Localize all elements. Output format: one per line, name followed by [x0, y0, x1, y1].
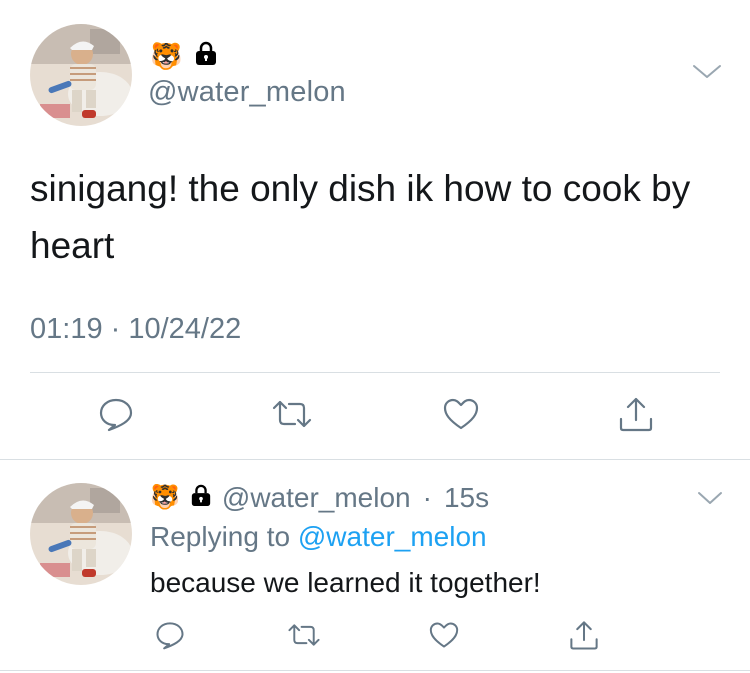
user-handle[interactable]: @water_melon [222, 482, 411, 514]
lock-icon [194, 40, 218, 71]
tweet-text: sinigang! the only dish ik how to cook b… [30, 168, 691, 266]
user-handle[interactable]: @water_melon [148, 76, 346, 109]
heart-icon [442, 397, 480, 436]
share-icon [568, 619, 600, 656]
share-button[interactable] [567, 620, 601, 654]
retweet-button[interactable] [286, 622, 322, 652]
reply-icon [98, 396, 134, 437]
retweet-icon [287, 622, 321, 653]
share-icon [617, 395, 655, 438]
reply-header: 🐯 @water_melon · 15s [150, 482, 489, 514]
reply-icon [155, 620, 185, 655]
avatar[interactable] [30, 24, 132, 126]
time-ago: 15s [443, 482, 490, 513]
tweet-thread: 🐯 @water_melon sinigang! the only dish i… [0, 0, 750, 673]
like-button[interactable] [427, 621, 461, 654]
replying-to-link[interactable]: @water_melon [298, 521, 487, 552]
avatar[interactable] [30, 483, 132, 585]
chevron-down-icon[interactable] [690, 60, 724, 87]
divider [0, 459, 750, 460]
chevron-down-icon[interactable] [695, 488, 725, 513]
divider [0, 670, 750, 671]
retweet-button[interactable] [270, 398, 314, 434]
separator: · [422, 482, 432, 513]
like-button[interactable] [441, 398, 481, 434]
lock-icon [190, 482, 212, 514]
tweet-timestamp: 01:19 · 10/24/22 [30, 313, 242, 345]
heart-icon [428, 621, 460, 654]
replying-to: Replying to @water_melon [150, 521, 487, 553]
divider [30, 372, 720, 373]
reply-button[interactable] [96, 396, 136, 436]
retweet-icon [271, 398, 313, 435]
user-badges: 🐯 [150, 40, 218, 71]
reply-text: because we learned it together! [150, 567, 541, 598]
reply-button[interactable] [153, 620, 187, 654]
tiger-emoji: 🐯 [150, 484, 180, 511]
replying-prefix: Replying to [150, 521, 291, 552]
share-button[interactable] [616, 396, 656, 436]
tiger-emoji: 🐯 [150, 40, 183, 71]
